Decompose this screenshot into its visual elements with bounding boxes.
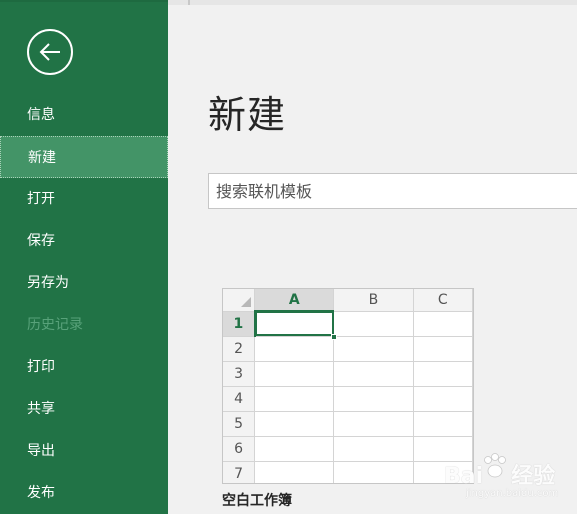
sidebar-item-label: 新建: [28, 150, 56, 166]
row-header: 7: [223, 461, 256, 483]
template-label[interactable]: 空白工作簿: [222, 490, 292, 510]
excel-backstage-window: 信息 新建 打开 保存 另存为 历史记录 打印 共享 导出 发布 新建 搜索联机…: [0, 0, 577, 514]
sidebar-item-open[interactable]: 打开: [0, 178, 168, 220]
cell: [333, 436, 414, 462]
sheet-row: 5: [223, 411, 473, 437]
watermark-text: Bai 经验: [444, 458, 555, 490]
watermark-brand-left: Bai: [444, 464, 484, 489]
baidu-jingyan-watermark: Bai 经验 jingyan.baidu.com: [436, 448, 572, 508]
column-header: A: [254, 289, 335, 312]
selected-cell: [254, 311, 335, 337]
cell: [254, 411, 335, 437]
cell: [333, 311, 414, 337]
row-header: 3: [223, 361, 256, 387]
sidebar-item-info[interactable]: 信息: [0, 94, 168, 136]
top-strip-divider: [188, 0, 190, 5]
sidebar-item-history: 历史记录: [0, 304, 168, 346]
sidebar-item-export[interactable]: 导出: [0, 430, 168, 472]
sidebar-top-line: [0, 0, 168, 2]
corner-triangle-icon: [241, 297, 251, 307]
cell: [413, 311, 473, 337]
sidebar-item-label: 打印: [27, 359, 55, 375]
sidebar-item-share[interactable]: 共享: [0, 388, 168, 430]
watermark-url: jingyan.baidu.com: [466, 488, 559, 499]
cell: [333, 386, 414, 412]
row-header: 5: [223, 411, 256, 437]
sidebar-item-print[interactable]: 打印: [0, 346, 168, 388]
cell: [333, 411, 414, 437]
cell: [254, 336, 335, 362]
cell: [254, 361, 335, 387]
sidebar-item-label: 打开: [27, 191, 55, 207]
sheet-row: 4: [223, 386, 473, 412]
backstage-main: 新建 A B C 1: [168, 0, 577, 514]
sheet-row: 3: [223, 361, 473, 387]
back-arrow-icon: [39, 43, 60, 61]
sheet-row: 2: [223, 336, 473, 362]
sidebar-item-label: 保存: [27, 233, 55, 249]
row-header: 4: [223, 386, 256, 412]
cell: [413, 336, 473, 362]
sidebar-item-label: 另存为: [27, 275, 69, 291]
sidebar-item-publish[interactable]: 发布: [0, 472, 168, 514]
search-box[interactable]: [208, 173, 577, 209]
cell: [413, 361, 473, 387]
cell: [333, 361, 414, 387]
cell: [254, 386, 335, 412]
backstage-sidebar: 信息 新建 打开 保存 另存为 历史记录 打印 共享 导出 发布: [0, 0, 168, 514]
cell: [254, 461, 335, 483]
top-strip: [168, 0, 577, 5]
row-header: 1: [223, 311, 256, 337]
sheet-row: 1: [223, 311, 473, 337]
page-title: 新建: [208, 93, 287, 137]
select-all-corner: [223, 289, 256, 312]
sidebar-item-label: 历史记录: [27, 317, 83, 333]
sidebar-item-label: 信息: [27, 107, 55, 123]
cell: [254, 436, 335, 462]
cell: [333, 461, 414, 483]
row-header: 6: [223, 436, 256, 462]
row-header: 2: [223, 336, 256, 362]
column-header: B: [333, 289, 414, 312]
sidebar-item-save[interactable]: 保存: [0, 220, 168, 262]
sidebar-item-label: 共享: [27, 401, 55, 417]
back-button[interactable]: [27, 29, 73, 75]
column-header: C: [413, 289, 473, 312]
cell: [333, 336, 414, 362]
cell: [413, 411, 473, 437]
watermark-brand-right: 经验: [511, 464, 556, 489]
sidebar-item-save-as[interactable]: 另存为: [0, 262, 168, 304]
cell: [413, 386, 473, 412]
search-input[interactable]: [209, 174, 577, 208]
fill-handle-icon: [331, 334, 337, 340]
sidebar-item-label: 导出: [27, 443, 55, 459]
sidebar-item-new[interactable]: 新建: [0, 136, 168, 178]
sidebar-item-label: 发布: [27, 485, 55, 501]
